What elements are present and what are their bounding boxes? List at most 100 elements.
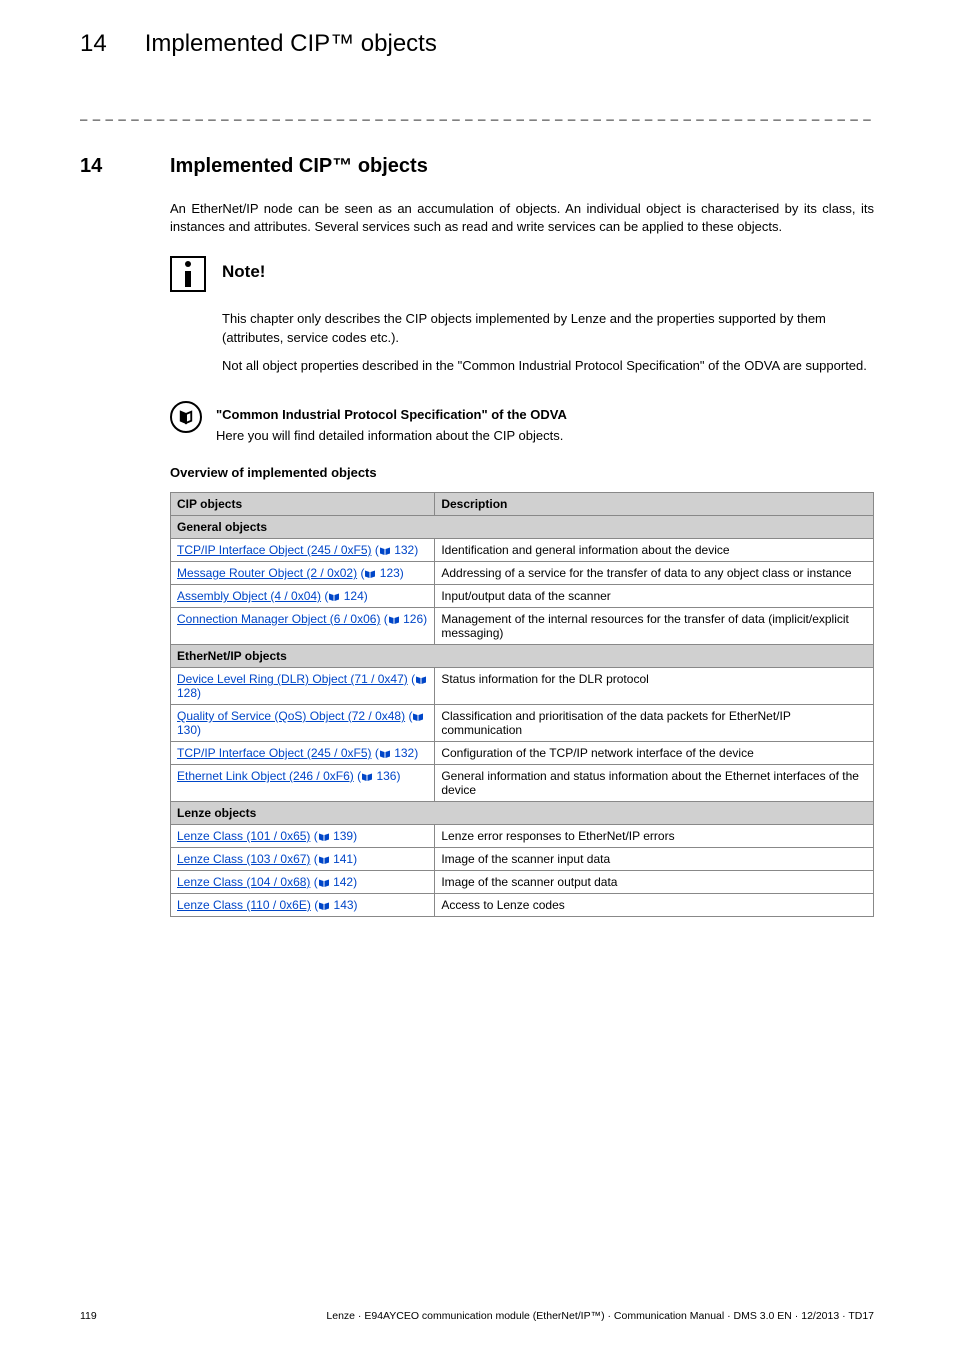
page-ref[interactable]: ( 141) bbox=[314, 852, 357, 866]
description-cell: Management of the internal resources for… bbox=[435, 607, 874, 644]
book-icon bbox=[318, 877, 330, 891]
reference-block: "Common Industrial Protocol Specificatio… bbox=[170, 401, 874, 443]
table-row: TCP/IP Interface Object (245 / 0xF5) ( 1… bbox=[171, 538, 874, 561]
description-cell: Configuration of the TCP/IP network inte… bbox=[435, 741, 874, 764]
section-number: 14 bbox=[80, 155, 132, 178]
book-icon bbox=[364, 568, 376, 582]
object-cell: Device Level Ring (DLR) Object (71 / 0x4… bbox=[171, 667, 435, 704]
book-icon bbox=[318, 900, 330, 914]
page-ref[interactable]: ( 132) bbox=[375, 746, 418, 760]
note-box: Note! bbox=[170, 256, 874, 292]
divider: _ _ _ _ _ _ _ _ _ _ _ _ _ _ _ _ _ _ _ _ … bbox=[80, 106, 874, 121]
intro-paragraph: An EtherNet/IP node can be seen as an ac… bbox=[170, 200, 874, 236]
object-link[interactable]: TCP/IP Interface Object (245 / 0xF5) bbox=[177, 543, 372, 557]
description-cell: Lenze error responses to EtherNet/IP err… bbox=[435, 824, 874, 847]
object-link[interactable]: Ethernet Link Object (246 / 0xF6) bbox=[177, 769, 354, 783]
section-title: Implemented CIP™ objects bbox=[170, 155, 428, 178]
table-row: Lenze Class (104 / 0x68) ( 142)Image of … bbox=[171, 870, 874, 893]
col-header-desc: Description bbox=[435, 492, 874, 515]
object-cell: TCP/IP Interface Object (245 / 0xF5) ( 1… bbox=[171, 538, 435, 561]
reference-icon bbox=[170, 401, 202, 433]
group-label: Lenze objects bbox=[171, 801, 874, 824]
object-cell: Lenze Class (110 / 0x6E) ( 143) bbox=[171, 893, 435, 916]
book-icon bbox=[379, 748, 391, 762]
object-link[interactable]: Lenze Class (104 / 0x68) bbox=[177, 875, 310, 889]
table-row: Device Level Ring (DLR) Object (71 / 0x4… bbox=[171, 667, 874, 704]
page-ref[interactable]: ( 136) bbox=[357, 769, 400, 783]
chapter-title: Implemented CIP™ objects bbox=[145, 30, 437, 58]
note-body-1: This chapter only describes the CIP obje… bbox=[222, 310, 874, 346]
object-cell: Lenze Class (103 / 0x67) ( 141) bbox=[171, 847, 435, 870]
page-ref[interactable]: ( 132) bbox=[375, 543, 418, 557]
table-row: Lenze Class (101 / 0x65) ( 139)Lenze err… bbox=[171, 824, 874, 847]
object-cell: Assembly Object (4 / 0x04) ( 124) bbox=[171, 584, 435, 607]
table-row: Assembly Object (4 / 0x04) ( 124)Input/o… bbox=[171, 584, 874, 607]
chapter-number: 14 bbox=[80, 30, 107, 58]
group-label: EtherNet/IP objects bbox=[171, 644, 874, 667]
object-link[interactable]: Quality of Service (QoS) Object (72 / 0x… bbox=[177, 709, 405, 723]
note-body-2: Not all object properties described in t… bbox=[222, 357, 874, 375]
group-label: General objects bbox=[171, 515, 874, 538]
table-group-row: Lenze objects bbox=[171, 801, 874, 824]
object-link[interactable]: Message Router Object (2 / 0x02) bbox=[177, 566, 357, 580]
table-row: Quality of Service (QoS) Object (72 / 0x… bbox=[171, 704, 874, 741]
object-cell: Lenze Class (104 / 0x68) ( 142) bbox=[171, 870, 435, 893]
book-icon bbox=[318, 831, 330, 845]
description-cell: Input/output data of the scanner bbox=[435, 584, 874, 607]
object-link[interactable]: Connection Manager Object (6 / 0x06) bbox=[177, 612, 380, 626]
cip-objects-table: CIP objects Description General objectsT… bbox=[170, 492, 874, 917]
book-icon bbox=[361, 771, 373, 785]
page-footer: 119 Lenze · E94AYCEO communication modul… bbox=[80, 1310, 874, 1322]
section-heading: 14 Implemented CIP™ objects bbox=[80, 155, 874, 178]
table-row: Ethernet Link Object (246 / 0xF6) ( 136)… bbox=[171, 764, 874, 801]
table-row: Lenze Class (103 / 0x67) ( 141)Image of … bbox=[171, 847, 874, 870]
description-cell: Status information for the DLR protocol bbox=[435, 667, 874, 704]
object-cell: Ethernet Link Object (246 / 0xF6) ( 136) bbox=[171, 764, 435, 801]
overview-heading: Overview of implemented objects bbox=[170, 465, 874, 480]
page-number: 119 bbox=[80, 1310, 97, 1322]
page-ref[interactable]: ( 143) bbox=[314, 898, 357, 912]
table-row: TCP/IP Interface Object (245 / 0xF5) ( 1… bbox=[171, 741, 874, 764]
book-icon bbox=[415, 674, 427, 688]
page-ref[interactable]: ( 124) bbox=[324, 589, 367, 603]
book-icon bbox=[318, 854, 330, 868]
book-icon bbox=[379, 545, 391, 559]
page-header: 14 Implemented CIP™ objects bbox=[80, 30, 874, 58]
page-ref[interactable]: ( 142) bbox=[314, 875, 357, 889]
table-row: Connection Manager Object (6 / 0x06) ( 1… bbox=[171, 607, 874, 644]
page-ref[interactable]: ( 139) bbox=[314, 829, 357, 843]
description-cell: Addressing of a service for the transfer… bbox=[435, 561, 874, 584]
object-link[interactable]: TCP/IP Interface Object (245 / 0xF5) bbox=[177, 746, 372, 760]
table-row: Message Router Object (2 / 0x02) ( 123)A… bbox=[171, 561, 874, 584]
object-cell: Quality of Service (QoS) Object (72 / 0x… bbox=[171, 704, 435, 741]
object-cell: TCP/IP Interface Object (245 / 0xF5) ( 1… bbox=[171, 741, 435, 764]
book-icon bbox=[388, 614, 400, 628]
object-cell: Lenze Class (101 / 0x65) ( 139) bbox=[171, 824, 435, 847]
description-cell: Image of the scanner output data bbox=[435, 870, 874, 893]
object-cell: Message Router Object (2 / 0x02) ( 123) bbox=[171, 561, 435, 584]
table-group-row: EtherNet/IP objects bbox=[171, 644, 874, 667]
page-ref[interactable]: ( 123) bbox=[360, 566, 403, 580]
object-link[interactable]: Device Level Ring (DLR) Object (71 / 0x4… bbox=[177, 672, 408, 686]
description-cell: Identification and general information a… bbox=[435, 538, 874, 561]
description-cell: Access to Lenze codes bbox=[435, 893, 874, 916]
book-icon bbox=[412, 711, 424, 725]
description-cell: General information and status informati… bbox=[435, 764, 874, 801]
page-ref[interactable]: ( 126) bbox=[384, 612, 427, 626]
info-icon bbox=[170, 256, 206, 292]
object-cell: Connection Manager Object (6 / 0x06) ( 1… bbox=[171, 607, 435, 644]
table-row: Lenze Class (110 / 0x6E) ( 143)Access to… bbox=[171, 893, 874, 916]
table-group-row: General objects bbox=[171, 515, 874, 538]
description-cell: Classification and prioritisation of the… bbox=[435, 704, 874, 741]
note-title: Note! bbox=[222, 262, 265, 292]
reference-title: "Common Industrial Protocol Specificatio… bbox=[216, 407, 567, 422]
book-icon bbox=[328, 591, 340, 605]
object-link[interactable]: Assembly Object (4 / 0x04) bbox=[177, 589, 321, 603]
footer-info: Lenze · E94AYCEO communication module (E… bbox=[326, 1310, 874, 1322]
object-link[interactable]: Lenze Class (101 / 0x65) bbox=[177, 829, 310, 843]
reference-body: Here you will find detailed information … bbox=[216, 428, 567, 443]
col-header-objects: CIP objects bbox=[171, 492, 435, 515]
description-cell: Image of the scanner input data bbox=[435, 847, 874, 870]
object-link[interactable]: Lenze Class (110 / 0x6E) bbox=[177, 898, 311, 912]
object-link[interactable]: Lenze Class (103 / 0x67) bbox=[177, 852, 310, 866]
